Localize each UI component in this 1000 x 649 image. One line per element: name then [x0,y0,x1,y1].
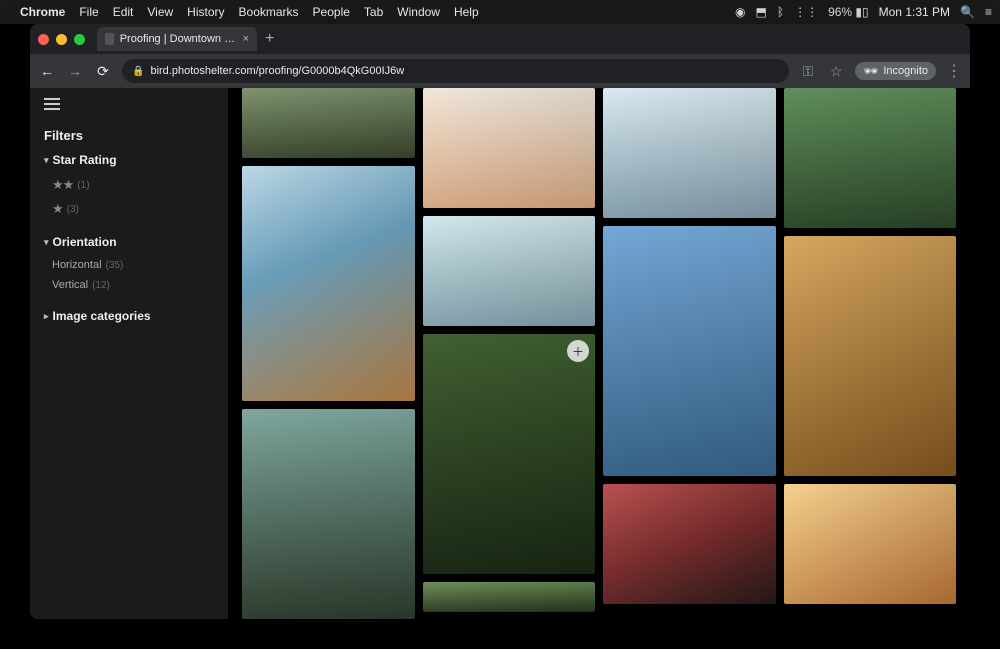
tab-favicon-icon [105,33,114,45]
macos-menubar: Chrome File Edit View History Bookmarks … [0,0,1000,24]
lock-icon: 🔒 [132,66,144,77]
new-tab-button[interactable]: + [265,30,274,48]
menu-edit[interactable]: Edit [113,5,134,19]
tab-title: Proofing | Downtown Grand Ra... [120,33,237,45]
image-thumbnail[interactable] [784,88,957,228]
key-icon[interactable]: ⚿ [799,63,817,80]
filter-count: (35) [106,260,124,271]
facet-star-rating: ▾ Star Rating ★★ (1) ★ (3) [30,153,228,221]
address-bar[interactable]: 🔒 bird.photoshelter.com/proofing/G0000b4… [122,59,789,83]
facet-star-rating-header[interactable]: ▾ Star Rating [44,153,214,167]
filter-count: (1) [77,180,89,191]
chevron-down-icon: ▾ [44,155,49,166]
chrome-window: Proofing | Downtown Grand Ra... × + ← → … [30,24,970,619]
status-search-icon[interactable]: 🔍 [960,5,975,19]
facet-orientation-header[interactable]: ▾ Orientation [44,235,214,249]
filter-label: Vertical [52,279,88,291]
reload-button[interactable]: ⟳ [94,63,112,80]
menu-window[interactable]: Window [397,5,440,19]
browser-toolbar: ← → ⟳ 🔒 bird.photoshelter.com/proofing/G… [30,54,970,88]
browser-tab[interactable]: Proofing | Downtown Grand Ra... × [97,27,257,51]
menu-people[interactable]: People [313,5,350,19]
facet-label: Orientation [53,235,117,249]
filter-label: Horizontal [52,259,102,271]
menu-app-name[interactable]: Chrome [20,5,65,19]
image-gallery: ＋ [228,88,970,619]
filter-one-star[interactable]: ★ (3) [44,197,214,221]
gallery-column [242,88,415,619]
facet-categories-header[interactable]: ▸ Image categories [44,309,214,323]
star-icon[interactable]: ☆ [827,63,845,80]
facet-label: Star Rating [53,153,117,167]
image-thumbnail[interactable] [784,484,957,604]
image-thumbnail[interactable]: ＋ [423,334,596,574]
forward-button[interactable]: → [66,63,84,79]
window-maximize-button[interactable] [74,34,85,45]
chrome-menu-button[interactable]: ⋮ [946,61,962,81]
menu-bookmarks[interactable]: Bookmarks [239,5,299,19]
image-thumbnail[interactable] [423,582,596,612]
sidebar-toggle-button[interactable] [44,98,60,110]
menu-help[interactable]: Help [454,5,479,19]
filter-two-stars[interactable]: ★★ (1) [44,173,214,197]
star-icon: ★★ [52,177,73,193]
status-bluetooth-icon[interactable]: ᛒ [777,5,784,19]
status-dropbox-icon[interactable]: ⬒ [756,5,767,19]
filter-count: (3) [67,204,79,215]
gallery-column [784,88,957,619]
filters-sidebar: Filters ▾ Star Rating ★★ (1) ★ (3) ▾ [30,88,228,619]
status-menu-icon[interactable]: ≡ [985,5,992,19]
window-close-button[interactable] [38,34,49,45]
image-thumbnail[interactable] [242,166,415,401]
filter-horizontal[interactable]: Horizontal (35) [44,255,214,275]
chevron-down-icon: ▾ [44,237,49,248]
filter-vertical[interactable]: Vertical (12) [44,275,214,295]
menu-file[interactable]: File [79,5,98,19]
filters-title: Filters [30,128,228,153]
image-thumbnail[interactable] [242,409,415,619]
facet-label: Image categories [53,309,151,323]
facet-orientation: ▾ Orientation Horizontal (35) Vertical (… [30,235,228,295]
image-thumbnail[interactable] [603,484,776,604]
gallery-column: ＋ [423,88,596,619]
filter-count: (12) [92,280,110,291]
incognito-icon: 🕶 [863,64,878,78]
gallery-column [603,88,776,619]
url-text: bird.photoshelter.com/proofing/G0000b4Qk… [150,65,404,77]
tab-close-icon[interactable]: × [243,33,249,45]
menu-view[interactable]: View [147,5,173,19]
facet-image-categories: ▸ Image categories [30,309,228,329]
status-wifi-icon[interactable]: ⋮⋮ [794,5,818,19]
chevron-right-icon: ▸ [44,311,49,322]
zoom-icon[interactable]: ＋ [567,340,589,362]
image-thumbnail[interactable] [423,88,596,208]
star-icon: ★ [52,201,63,217]
page-content: Filters ▾ Star Rating ★★ (1) ★ (3) ▾ [30,88,970,619]
incognito-badge[interactable]: 🕶 Incognito [855,62,936,80]
window-controls [38,34,85,45]
image-thumbnail[interactable] [784,236,957,476]
status-quicktime-icon[interactable]: ◉ [735,5,745,19]
image-thumbnail[interactable] [603,88,776,218]
status-battery-icon[interactable]: 96% ▮▯ [828,5,869,19]
incognito-label: Incognito [883,65,928,77]
tab-strip: Proofing | Downtown Grand Ra... × + [30,24,970,54]
window-minimize-button[interactable] [56,34,67,45]
menu-history[interactable]: History [187,5,224,19]
menu-tab[interactable]: Tab [364,5,383,19]
image-thumbnail[interactable] [603,226,776,476]
image-thumbnail[interactable] [423,216,596,326]
back-button[interactable]: ← [38,63,56,79]
status-clock[interactable]: Mon 1:31 PM [879,5,950,19]
image-thumbnail[interactable] [242,88,415,158]
